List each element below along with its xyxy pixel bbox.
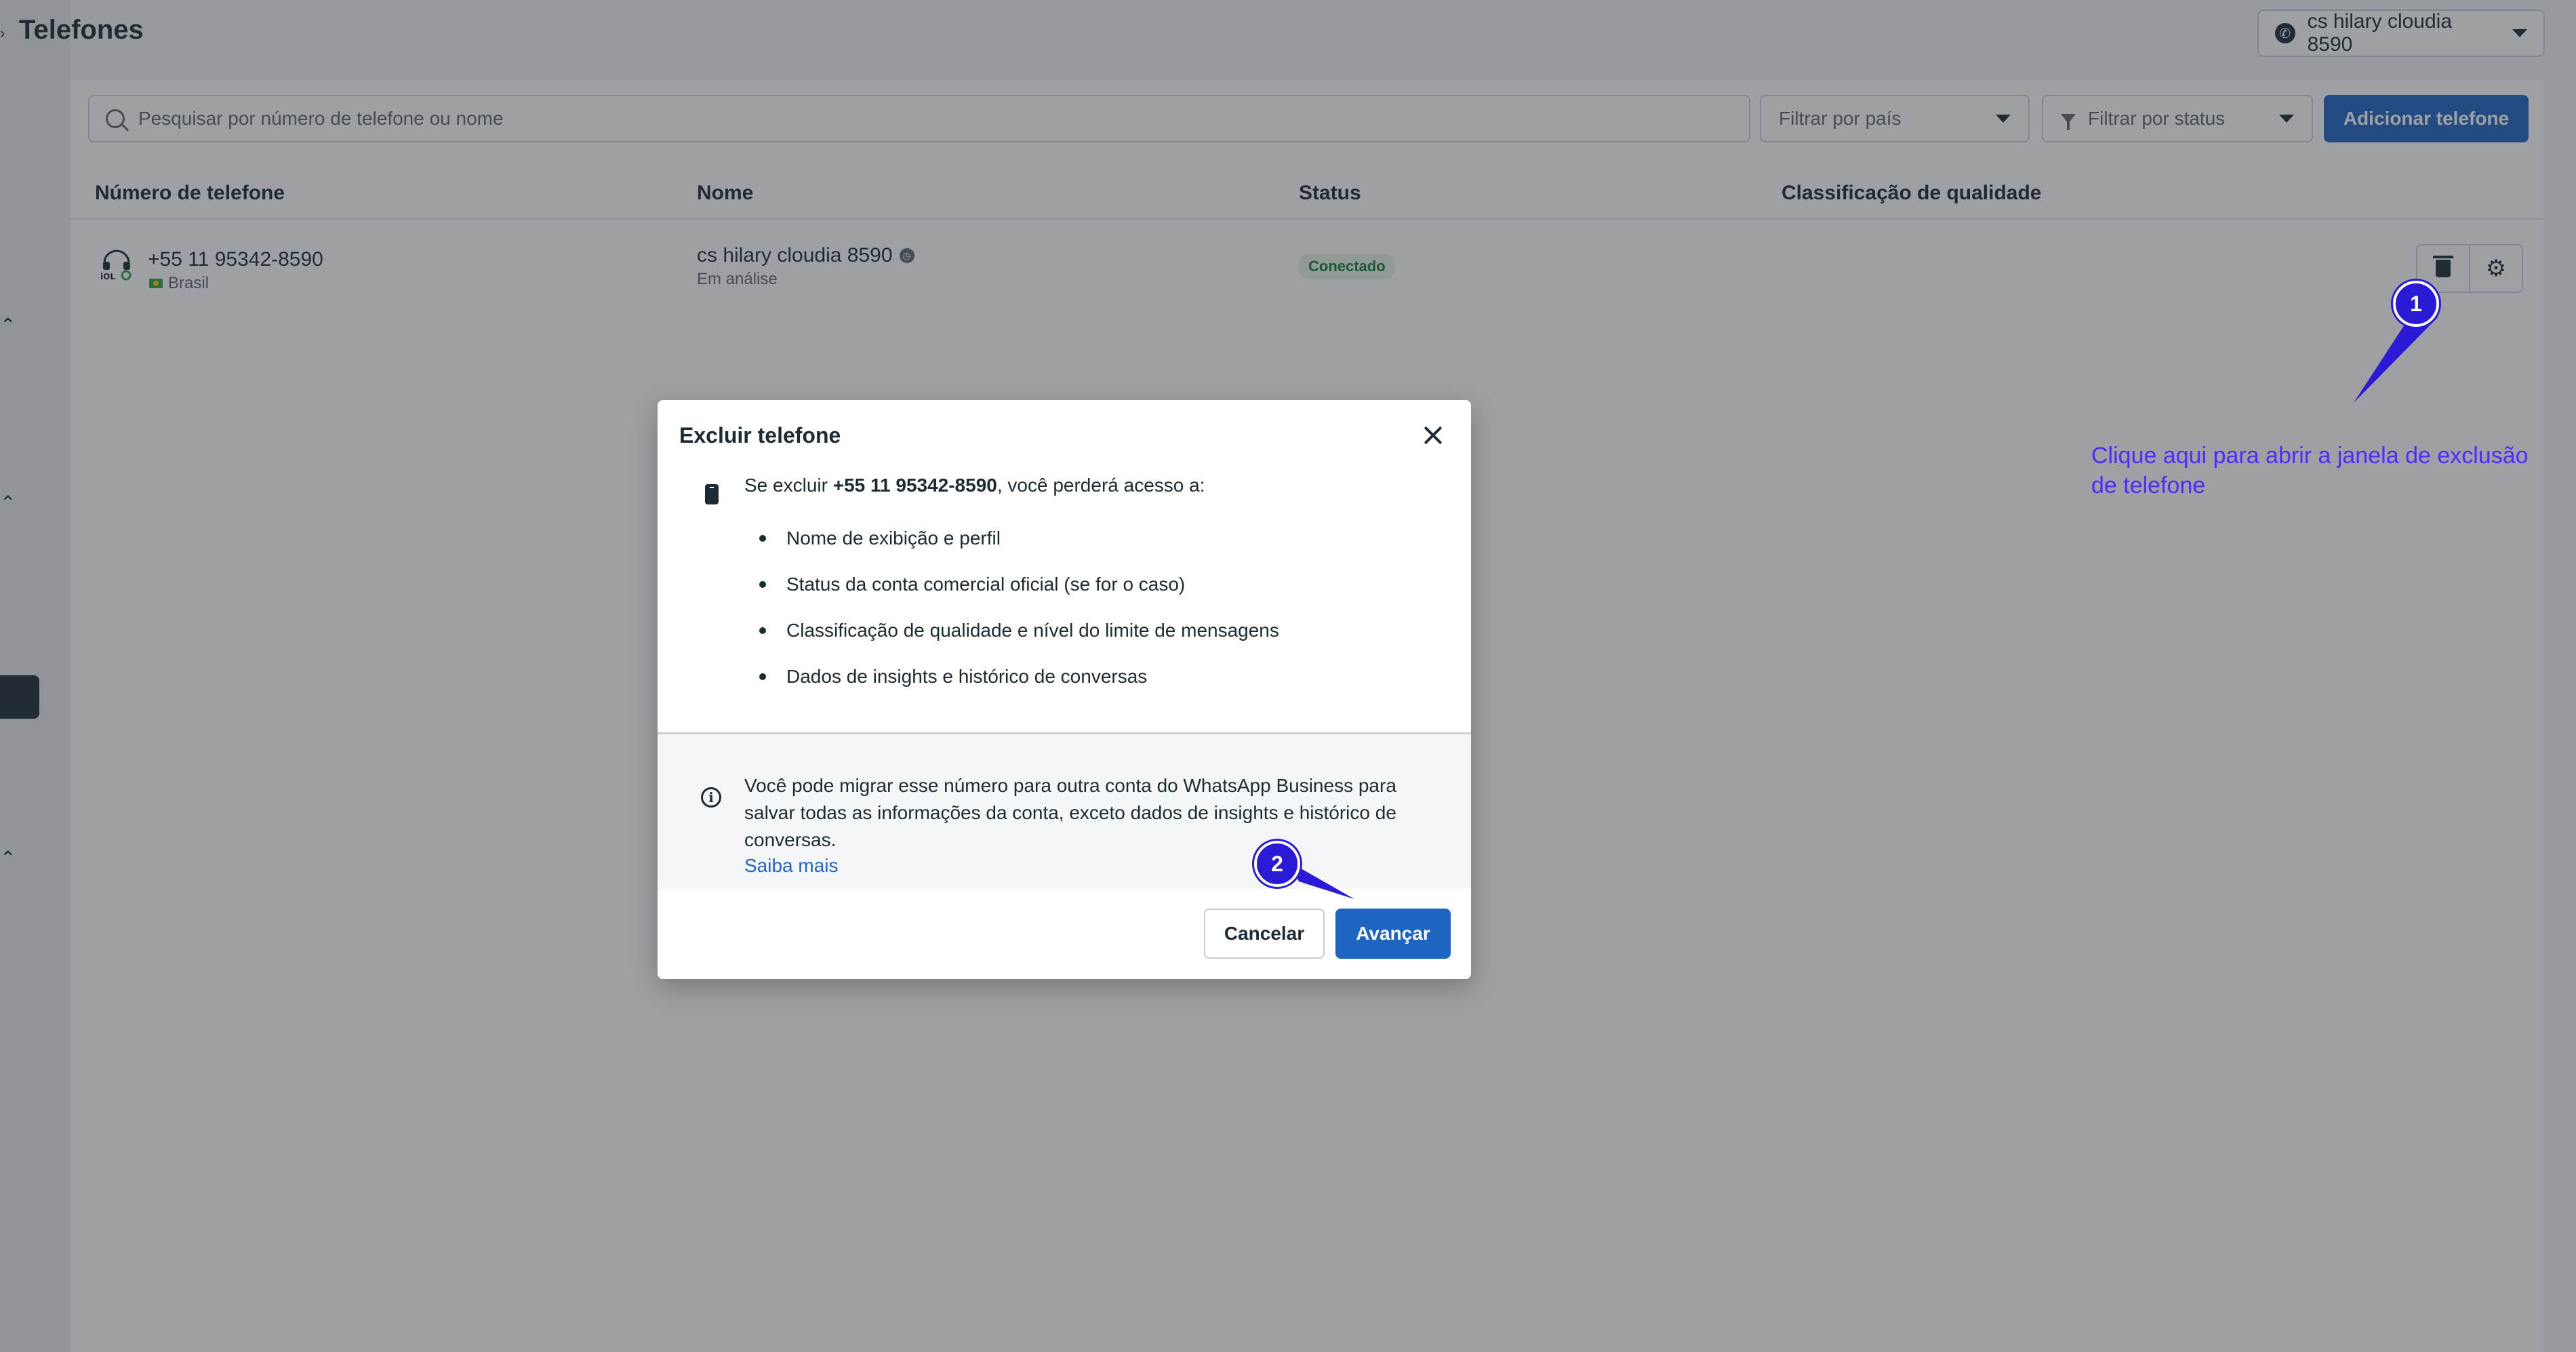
- close-icon: [1423, 425, 1443, 445]
- list-item-text: Status da conta comercial oficial (se fo…: [786, 574, 1186, 595]
- bullet-icon: [759, 627, 766, 634]
- list-item: Status da conta comercial oficial (se fo…: [759, 561, 1279, 608]
- list-item: Classificação de qualidade e nível do li…: [759, 608, 1279, 654]
- step-marker-1: 1: [2393, 281, 2439, 327]
- cancel-button[interactable]: Cancelar: [1204, 909, 1325, 959]
- phone-device-icon: [705, 484, 719, 504]
- intro-prefix: Se excluir: [744, 475, 833, 496]
- list-item: Nome de exibição e perfil: [759, 515, 1279, 561]
- list-item-text: Classificação de qualidade e nível do li…: [786, 620, 1279, 641]
- app-root: ⌃ ⌃ ⌃ › Telefones ✆ cs hilary cloudia 85…: [0, 0, 2576, 1352]
- intro-suffix: , você perderá acesso a:: [997, 475, 1205, 496]
- migration-info-text: Você pode migrar esse número para outra …: [744, 775, 1396, 850]
- step-marker-2: 2: [1254, 841, 1300, 887]
- bullet-icon: [759, 535, 766, 542]
- bullet-icon: [759, 673, 766, 680]
- close-button[interactable]: [1415, 418, 1451, 453]
- dialog-intro: Se excluir +55 11 95342-8590, você perde…: [744, 475, 1205, 496]
- annotation-note: Clique aqui para abrir a janela de exclu…: [2091, 443, 2529, 498]
- dialog-title: Excluir telefone: [679, 423, 841, 448]
- list-item-text: Dados de insights e histórico de convers…: [786, 666, 1148, 687]
- list-item-text: Nome de exibição e perfil: [786, 528, 1001, 549]
- learn-more-link[interactable]: Saiba mais: [744, 855, 839, 877]
- loss-list: Nome de exibição e perfil Status da cont…: [759, 515, 1279, 700]
- bullet-icon: [759, 581, 766, 588]
- intro-phone: +55 11 95342-8590: [832, 475, 997, 496]
- next-button[interactable]: Avançar: [1335, 909, 1451, 959]
- info-icon: i: [701, 787, 721, 808]
- list-item: Dados de insights e histórico de convers…: [759, 654, 1279, 700]
